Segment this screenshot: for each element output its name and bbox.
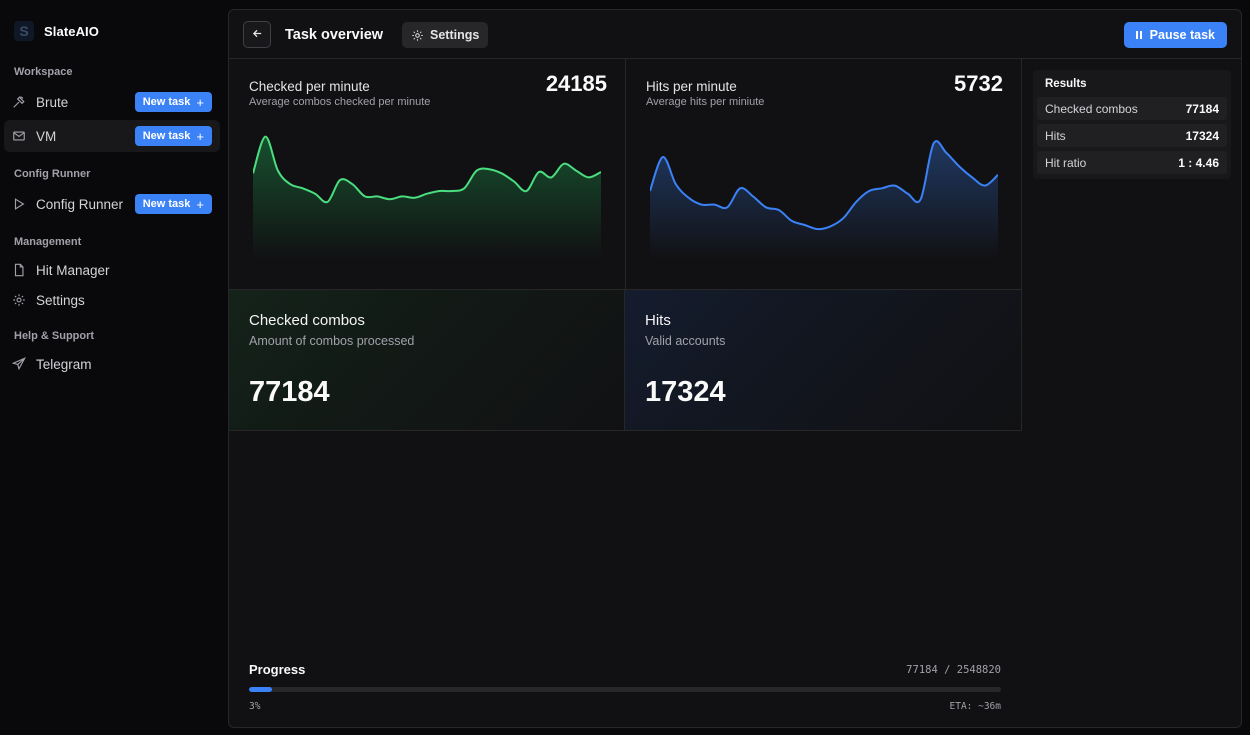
gear-icon: [411, 29, 424, 42]
results-row: Hit ratio 1 : 4.46: [1037, 151, 1227, 174]
progress-eta: ETA: ~36m: [949, 701, 1001, 712]
sidebar-item-label: Brute: [36, 94, 69, 110]
new-task-label: New task: [142, 130, 191, 142]
progress-bar: [249, 687, 1001, 692]
stat-title: Hits: [645, 312, 671, 329]
sidebar-item-brute[interactable]: Brute New task +: [4, 86, 220, 118]
checked-per-minute-chart: [253, 135, 601, 259]
results-label: Hits: [1045, 128, 1066, 143]
sidebar: S SlateAIO Workspace Brute New task + VM…: [0, 0, 228, 735]
card-title: Checked per minute: [249, 79, 370, 94]
progress-percent: 3%: [249, 701, 261, 712]
settings-button-label: Settings: [430, 28, 480, 42]
new-task-button-brute[interactable]: New task +: [134, 92, 212, 112]
file-icon: [12, 263, 26, 277]
brand-logo: S: [14, 21, 34, 41]
sidebar-item-label: Telegram: [36, 356, 92, 372]
hammer-icon: [12, 95, 26, 109]
results-column: Results Checked combos 77184 Hits 17324 …: [1022, 59, 1241, 727]
hits-per-minute-card: Hits per minute Average hits per miniute…: [626, 59, 1022, 290]
hits-per-minute-chart: [650, 140, 998, 259]
sidebar-item-vm[interactable]: VM New task +: [4, 120, 220, 152]
sidebar-item-config-runner[interactable]: Config Runner New task +: [4, 188, 220, 220]
new-task-label: New task: [142, 96, 191, 108]
new-task-label: New task: [142, 198, 191, 210]
pause-task-button[interactable]: Pause task: [1123, 22, 1227, 48]
checked-combos-card: Checked combos Amount of combos processe…: [229, 290, 625, 431]
sidebar-item-label: Hit Manager: [36, 262, 110, 278]
results-value: 77184: [1185, 101, 1219, 116]
plus-icon: +: [196, 196, 204, 212]
progress-bar-fill: [249, 687, 272, 692]
progress-count: 77184 / 2548820: [906, 664, 1001, 676]
gear-icon: [12, 293, 26, 307]
plus-icon: +: [196, 128, 204, 144]
section-title-management: Management: [14, 236, 82, 248]
results-label: Checked combos: [1045, 101, 1138, 116]
stat-subtitle: Amount of combos processed: [249, 334, 415, 348]
arrow-left-icon: [252, 26, 263, 44]
section-title-config-runner: Config Runner: [14, 168, 91, 180]
results-title: Results: [1045, 78, 1087, 90]
new-task-button-config-runner[interactable]: New task +: [134, 194, 212, 214]
hits-card: Hits Valid accounts 17324: [625, 290, 1022, 431]
results-label: Hit ratio: [1045, 155, 1087, 170]
chart-area-fill: [253, 136, 601, 259]
settings-button[interactable]: Settings: [402, 22, 489, 48]
section-title-workspace: Workspace: [14, 66, 73, 78]
pause-icon: [1135, 31, 1142, 39]
progress-label: Progress: [249, 662, 306, 677]
topbar: Task overview Settings Pause task: [229, 10, 1241, 59]
results-panel: Results Checked combos 77184 Hits 17324 …: [1033, 70, 1231, 179]
progress-section: Progress 77184 / 2548820 3% ETA: ~36m: [249, 659, 1001, 719]
brand[interactable]: S SlateAIO: [14, 20, 99, 42]
page-title: Task overview: [285, 27, 384, 43]
checked-per-minute-card: Checked per minute Average combos checke…: [229, 59, 626, 290]
hits-value: 17324: [645, 376, 726, 408]
results-value: 17324: [1185, 128, 1219, 143]
stat-title: Checked combos: [249, 312, 365, 329]
checked-combos-value: 77184: [249, 376, 330, 408]
section-title-help-support: Help & Support: [14, 330, 95, 342]
pause-task-label: Pause task: [1149, 28, 1215, 42]
new-task-button-vm[interactable]: New task +: [134, 126, 212, 146]
results-row: Checked combos 77184: [1037, 97, 1227, 120]
chart-area-fill: [650, 141, 998, 259]
send-icon: [12, 357, 26, 371]
sidebar-item-hit-manager[interactable]: Hit Manager: [4, 254, 220, 286]
brand-name: SlateAIO: [44, 23, 99, 39]
sidebar-item-label: Config Runner: [36, 196, 124, 212]
sidebar-item-settings[interactable]: Settings: [4, 284, 220, 316]
plus-icon: +: [196, 94, 204, 110]
app-root: S SlateAIO Workspace Brute New task + VM…: [0, 0, 1250, 735]
results-value: 1 : 4.46: [1178, 155, 1219, 170]
sidebar-item-telegram[interactable]: Telegram: [4, 348, 220, 380]
checked-per-minute-value: 24185: [545, 71, 607, 96]
stat-subtitle: Valid accounts: [645, 334, 726, 348]
card-subtitle: Average hits per miniute: [646, 96, 765, 108]
back-button[interactable]: [243, 21, 271, 48]
mail-icon: [12, 129, 26, 143]
sidebar-item-label: Settings: [36, 292, 85, 308]
results-row: Hits 17324: [1037, 124, 1227, 147]
main-panel: Task overview Settings Pause task Checke…: [228, 9, 1242, 728]
sidebar-item-label: VM: [36, 128, 57, 144]
card-subtitle: Average combos checked per minute: [249, 96, 431, 108]
hits-per-minute-value: 5732: [954, 71, 1003, 96]
card-title: Hits per minute: [646, 79, 737, 94]
play-icon: [12, 197, 26, 211]
